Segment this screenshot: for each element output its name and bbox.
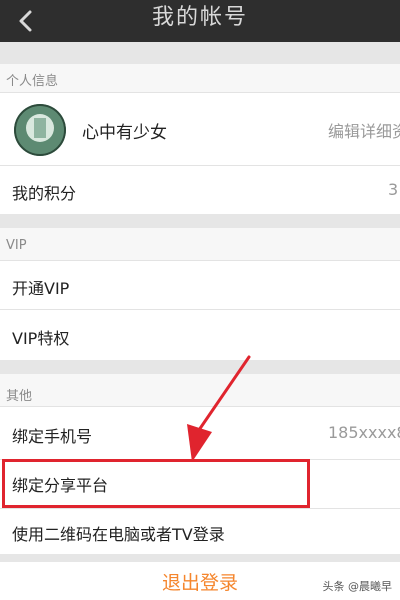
edit-profile-link[interactable]: 编辑详细资 xyxy=(328,118,400,142)
username: 心中有少女 xyxy=(82,123,167,143)
section-gap xyxy=(0,554,400,562)
avatar xyxy=(14,104,66,156)
page-title: 我的帐号 xyxy=(151,5,248,30)
points-value: 3 xyxy=(388,180,399,199)
section-header-vip: VIP xyxy=(0,228,400,260)
vip-privileges-row[interactable]: VIP特权 xyxy=(0,310,400,360)
points-label: 我的积分 xyxy=(12,184,77,203)
points-row[interactable]: 我的积分 3 xyxy=(0,166,400,214)
section-gap xyxy=(0,214,400,228)
bind-phone-row[interactable]: 绑定手机号 185xxxx8 xyxy=(0,407,400,459)
section-title-personal: 个人信息 xyxy=(6,74,59,89)
top-bar: 我的帐号 xyxy=(0,0,400,42)
highlight-box xyxy=(2,459,310,508)
vip-privileges-label: VIP特权 xyxy=(12,329,70,348)
qr-login-row[interactable]: 使用二维码在电脑或者TV登录 xyxy=(0,509,400,554)
profile-row[interactable]: 心中有少女 编辑详细资 xyxy=(0,93,400,165)
section-header-personal: 个人信息 xyxy=(0,64,400,92)
section-title-vip: VIP xyxy=(6,238,27,253)
open-vip-label: 开通VIP xyxy=(12,279,70,298)
section-gap xyxy=(0,42,400,64)
bind-phone-label: 绑定手机号 xyxy=(12,427,93,446)
avatar-image xyxy=(14,104,66,156)
open-vip-row[interactable]: 开通VIP xyxy=(0,261,400,309)
section-gap xyxy=(0,360,400,374)
watermark: 头条 @晨曦早 xyxy=(322,580,393,593)
section-title-other: 其他 xyxy=(6,389,33,404)
qr-login-label: 使用二维码在电脑或者TV登录 xyxy=(12,525,225,544)
section-header-other: 其他 xyxy=(0,374,400,406)
phone-value: 185xxxx8 xyxy=(328,423,400,442)
